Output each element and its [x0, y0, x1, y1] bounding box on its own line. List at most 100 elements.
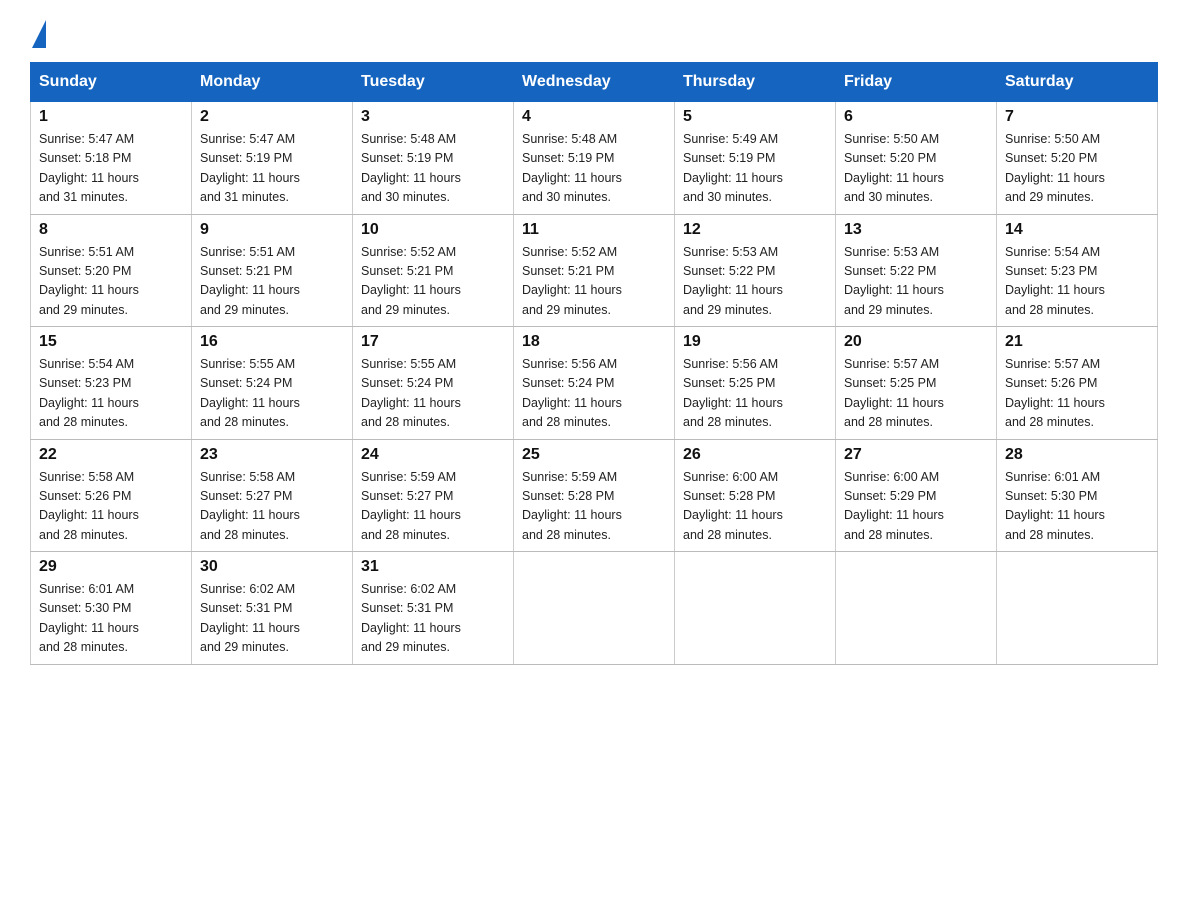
day-number: 12	[683, 221, 827, 239]
day-number: 1	[39, 108, 183, 126]
day-info: Sunrise: 5:51 AMSunset: 5:20 PMDaylight:…	[39, 243, 183, 321]
day-info: Sunrise: 5:54 AMSunset: 5:23 PMDaylight:…	[39, 355, 183, 433]
calendar-cell: 29 Sunrise: 6:01 AMSunset: 5:30 PMDayligh…	[31, 552, 192, 665]
calendar-cell: 28 Sunrise: 6:01 AMSunset: 5:30 PMDayligh…	[997, 439, 1158, 552]
day-info: Sunrise: 5:52 AMSunset: 5:21 PMDaylight:…	[522, 243, 666, 321]
day-number: 20	[844, 333, 988, 351]
day-number: 27	[844, 446, 988, 464]
day-number: 18	[522, 333, 666, 351]
calendar-cell: 3 Sunrise: 5:48 AMSunset: 5:19 PMDaylight…	[353, 102, 514, 215]
calendar-cell: 10 Sunrise: 5:52 AMSunset: 5:21 PMDayligh…	[353, 214, 514, 327]
calendar-cell	[514, 552, 675, 665]
calendar-cell: 15 Sunrise: 5:54 AMSunset: 5:23 PMDayligh…	[31, 327, 192, 440]
calendar-cell: 12 Sunrise: 5:53 AMSunset: 5:22 PMDayligh…	[675, 214, 836, 327]
day-number: 21	[1005, 333, 1149, 351]
calendar-cell: 23 Sunrise: 5:58 AMSunset: 5:27 PMDayligh…	[192, 439, 353, 552]
calendar-cell: 1 Sunrise: 5:47 AMSunset: 5:18 PMDaylight…	[31, 102, 192, 215]
day-info: Sunrise: 5:52 AMSunset: 5:21 PMDaylight:…	[361, 243, 505, 321]
day-number: 25	[522, 446, 666, 464]
calendar-cell: 24 Sunrise: 5:59 AMSunset: 5:27 PMDayligh…	[353, 439, 514, 552]
calendar-cell: 18 Sunrise: 5:56 AMSunset: 5:24 PMDayligh…	[514, 327, 675, 440]
calendar-cell: 6Sunrise: 5:50 AMSunset: 5:20 PMDaylight…	[836, 102, 997, 215]
calendar-week-row-5: 29 Sunrise: 6:01 AMSunset: 5:30 PMDayligh…	[31, 552, 1158, 665]
day-info: Sunrise: 5:57 AMSunset: 5:25 PMDaylight:…	[844, 355, 988, 433]
calendar-cell: 19Sunrise: 5:56 AMSunset: 5:25 PMDayligh…	[675, 327, 836, 440]
day-number: 31	[361, 558, 505, 576]
day-number: 22	[39, 446, 183, 464]
calendar-week-row-3: 15 Sunrise: 5:54 AMSunset: 5:23 PMDayligh…	[31, 327, 1158, 440]
calendar-week-row-1: 1 Sunrise: 5:47 AMSunset: 5:18 PMDaylight…	[31, 102, 1158, 215]
day-info: Sunrise: 5:59 AMSunset: 5:28 PMDaylight:…	[522, 468, 666, 546]
weekday-header-sunday: Sunday	[31, 63, 192, 102]
day-number: 5	[683, 108, 827, 126]
calendar-cell	[997, 552, 1158, 665]
calendar-cell: 21 Sunrise: 5:57 AMSunset: 5:26 PMDayligh…	[997, 327, 1158, 440]
calendar-cell: 16 Sunrise: 5:55 AMSunset: 5:24 PMDayligh…	[192, 327, 353, 440]
day-number: 7	[1005, 108, 1149, 126]
calendar-cell: 14Sunrise: 5:54 AMSunset: 5:23 PMDayligh…	[997, 214, 1158, 327]
weekday-header-friday: Friday	[836, 63, 997, 102]
day-number: 23	[200, 446, 344, 464]
day-info: Sunrise: 5:50 AMSunset: 5:20 PMDaylight:…	[844, 130, 988, 208]
day-info: Sunrise: 5:53 AMSunset: 5:22 PMDaylight:…	[844, 243, 988, 321]
calendar-table: SundayMondayTuesdayWednesdayThursdayFrid…	[30, 62, 1158, 665]
weekday-header-wednesday: Wednesday	[514, 63, 675, 102]
day-info: Sunrise: 5:48 AMSunset: 5:19 PMDaylight:…	[522, 130, 666, 208]
day-info: Sunrise: 5:47 AMSunset: 5:18 PMDaylight:…	[39, 130, 183, 208]
day-info: Sunrise: 5:59 AMSunset: 5:27 PMDaylight:…	[361, 468, 505, 546]
calendar-cell: 4Sunrise: 5:48 AMSunset: 5:19 PMDaylight…	[514, 102, 675, 215]
day-info: Sunrise: 5:58 AMSunset: 5:26 PMDaylight:…	[39, 468, 183, 546]
day-number: 24	[361, 446, 505, 464]
day-info: Sunrise: 5:58 AMSunset: 5:27 PMDaylight:…	[200, 468, 344, 546]
calendar-cell: 2Sunrise: 5:47 AMSunset: 5:19 PMDaylight…	[192, 102, 353, 215]
day-number: 26	[683, 446, 827, 464]
day-info: Sunrise: 5:47 AMSunset: 5:19 PMDaylight:…	[200, 130, 344, 208]
day-info: Sunrise: 5:49 AMSunset: 5:19 PMDaylight:…	[683, 130, 827, 208]
calendar-cell: 30 Sunrise: 6:02 AMSunset: 5:31 PMDayligh…	[192, 552, 353, 665]
calendar-week-row-2: 8 Sunrise: 5:51 AMSunset: 5:20 PMDaylight…	[31, 214, 1158, 327]
day-number: 16	[200, 333, 344, 351]
day-number: 29	[39, 558, 183, 576]
page-header	[30, 20, 1158, 44]
calendar-cell: 25 Sunrise: 5:59 AMSunset: 5:28 PMDayligh…	[514, 439, 675, 552]
calendar-cell: 27 Sunrise: 6:00 AMSunset: 5:29 PMDayligh…	[836, 439, 997, 552]
day-number: 15	[39, 333, 183, 351]
calendar-cell: 5 Sunrise: 5:49 AMSunset: 5:19 PMDaylight…	[675, 102, 836, 215]
day-info: Sunrise: 5:53 AMSunset: 5:22 PMDaylight:…	[683, 243, 827, 321]
day-number: 10	[361, 221, 505, 239]
day-info: Sunrise: 6:00 AMSunset: 5:29 PMDaylight:…	[844, 468, 988, 546]
calendar-cell: 9 Sunrise: 5:51 AMSunset: 5:21 PMDaylight…	[192, 214, 353, 327]
day-info: Sunrise: 6:00 AMSunset: 5:28 PMDaylight:…	[683, 468, 827, 546]
day-info: Sunrise: 5:54 AMSunset: 5:23 PMDaylight:…	[1005, 243, 1149, 321]
calendar-cell: 17 Sunrise: 5:55 AMSunset: 5:24 PMDayligh…	[353, 327, 514, 440]
day-info: Sunrise: 5:55 AMSunset: 5:24 PMDaylight:…	[361, 355, 505, 433]
day-info: Sunrise: 6:02 AMSunset: 5:31 PMDaylight:…	[200, 580, 344, 658]
weekday-header-saturday: Saturday	[997, 63, 1158, 102]
calendar-cell: 11 Sunrise: 5:52 AMSunset: 5:21 PMDayligh…	[514, 214, 675, 327]
day-number: 28	[1005, 446, 1149, 464]
day-info: Sunrise: 5:56 AMSunset: 5:24 PMDaylight:…	[522, 355, 666, 433]
day-info: Sunrise: 5:57 AMSunset: 5:26 PMDaylight:…	[1005, 355, 1149, 433]
day-number: 8	[39, 221, 183, 239]
day-number: 17	[361, 333, 505, 351]
calendar-cell	[836, 552, 997, 665]
day-info: Sunrise: 5:55 AMSunset: 5:24 PMDaylight:…	[200, 355, 344, 433]
day-info: Sunrise: 6:01 AMSunset: 5:30 PMDaylight:…	[39, 580, 183, 658]
day-info: Sunrise: 5:51 AMSunset: 5:21 PMDaylight:…	[200, 243, 344, 321]
calendar-cell: 13Sunrise: 5:53 AMSunset: 5:22 PMDayligh…	[836, 214, 997, 327]
calendar-cell: 22 Sunrise: 5:58 AMSunset: 5:26 PMDayligh…	[31, 439, 192, 552]
day-number: 3	[361, 108, 505, 126]
day-info: Sunrise: 5:50 AMSunset: 5:20 PMDaylight:…	[1005, 130, 1149, 208]
logo-triangle-icon	[32, 20, 46, 48]
day-info: Sunrise: 5:56 AMSunset: 5:25 PMDaylight:…	[683, 355, 827, 433]
calendar-cell: 26 Sunrise: 6:00 AMSunset: 5:28 PMDayligh…	[675, 439, 836, 552]
weekday-header-row: SundayMondayTuesdayWednesdayThursdayFrid…	[31, 63, 1158, 102]
day-info: Sunrise: 6:01 AMSunset: 5:30 PMDaylight:…	[1005, 468, 1149, 546]
day-info: Sunrise: 5:48 AMSunset: 5:19 PMDaylight:…	[361, 130, 505, 208]
day-number: 30	[200, 558, 344, 576]
day-number: 9	[200, 221, 344, 239]
day-info: Sunrise: 6:02 AMSunset: 5:31 PMDaylight:…	[361, 580, 505, 658]
calendar-week-row-4: 22 Sunrise: 5:58 AMSunset: 5:26 PMDayligh…	[31, 439, 1158, 552]
day-number: 11	[522, 221, 666, 239]
logo	[30, 20, 46, 44]
